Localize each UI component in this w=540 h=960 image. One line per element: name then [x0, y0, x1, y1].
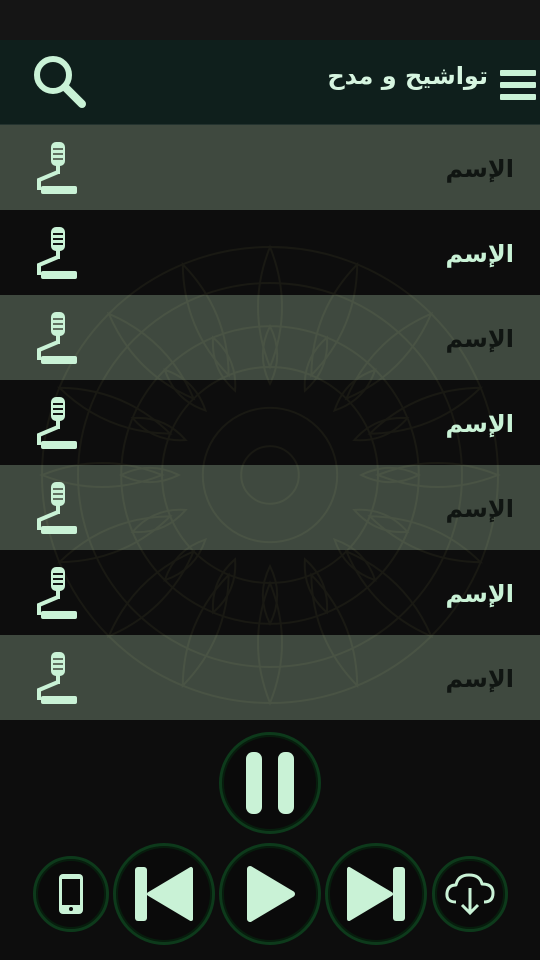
list-item-label: الإسم — [445, 155, 514, 183]
list-item-label: الإسم — [445, 495, 514, 523]
list-item[interactable]: الإسم — [0, 125, 540, 210]
list-item[interactable]: الإسم — [0, 550, 540, 635]
paint-roller-icon[interactable] — [35, 312, 79, 366]
play-button[interactable] — [219, 843, 321, 945]
list-item-label: الإسم — [445, 325, 514, 353]
pause-icon — [246, 752, 294, 814]
next-button[interactable] — [325, 843, 427, 945]
play-icon — [247, 866, 295, 922]
paint-roller-icon[interactable] — [35, 397, 79, 451]
skip-next-icon — [347, 867, 405, 921]
paint-roller-icon[interactable] — [35, 567, 79, 621]
page-title: تواشيح و مدح — [327, 62, 488, 90]
paint-roller-icon[interactable] — [35, 482, 79, 536]
list-item-label: الإسم — [445, 240, 514, 268]
list-item[interactable]: الإسم — [0, 210, 540, 295]
list-item[interactable]: الإسم — [0, 465, 540, 550]
search-icon[interactable] — [30, 52, 88, 110]
skip-previous-icon — [135, 867, 193, 921]
download-button[interactable] — [432, 856, 508, 932]
paint-roller-icon[interactable] — [35, 227, 79, 281]
cloud-download-icon — [445, 873, 495, 916]
list-item[interactable]: الإسم — [0, 380, 540, 465]
paint-roller-icon[interactable] — [35, 652, 79, 706]
track-list: الإسم الإسم الإسم الإسم الإسم الإسم الإس… — [0, 125, 540, 720]
previous-button[interactable] — [113, 843, 215, 945]
list-item-label: الإسم — [445, 580, 514, 608]
list-item[interactable]: الإسم — [0, 635, 540, 720]
hamburger-menu-icon[interactable] — [500, 70, 536, 100]
paint-roller-icon[interactable] — [35, 142, 79, 196]
phone-icon — [59, 874, 83, 914]
list-item-label: الإسم — [445, 665, 514, 693]
list-item[interactable]: الإسم — [0, 295, 540, 380]
pause-button[interactable] — [219, 732, 321, 834]
list-item-label: الإسم — [445, 410, 514, 438]
status-bar-area — [0, 0, 540, 40]
phone-button[interactable] — [33, 856, 109, 932]
